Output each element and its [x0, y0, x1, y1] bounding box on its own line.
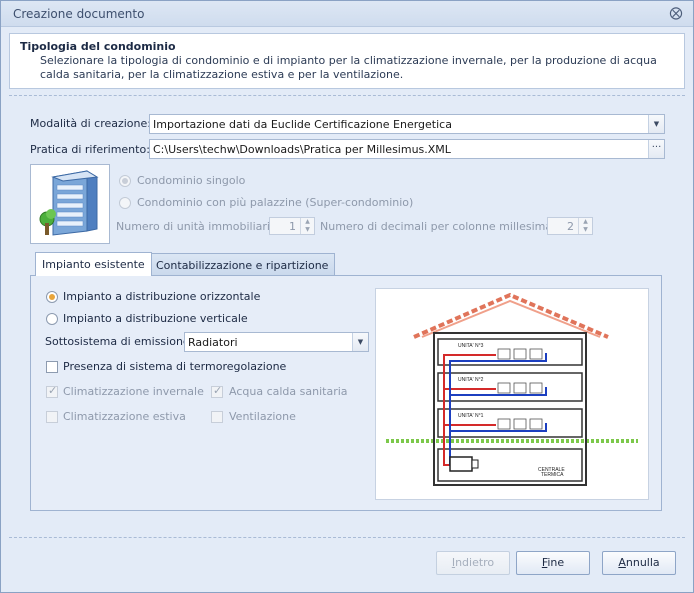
sottosistema-label: Sottosistema di emissione:: [45, 335, 194, 348]
building-icon: [30, 164, 110, 244]
title-bar: Creazione documento ⨂: [1, 1, 693, 27]
termoregolazione-checkbox[interactable]: [46, 361, 58, 373]
pratica-value: C:\Users\techw\Downloads\Pratica per Mil…: [153, 143, 451, 156]
modalita-value: Importazione dati da Euclide Certificazi…: [153, 118, 452, 131]
unita-value: 1: [289, 220, 296, 233]
tab-contabilizzazione[interactable]: Contabilizzazione e ripartizione: [149, 253, 336, 276]
acqua-calda-checkbox[interactable]: [211, 384, 223, 398]
decimali-stepper[interactable]: 2 ▲ ▼: [547, 217, 593, 235]
header-panel: Tipologia del condominio Selezionare la …: [9, 33, 685, 89]
close-icon[interactable]: ⨂: [667, 5, 685, 23]
radio-distribuzione-orizzontale[interactable]: [46, 291, 58, 303]
clim-invernale-label: Climatizzazione invernale: [63, 385, 204, 398]
page-title: Tipologia del condominio: [20, 40, 176, 53]
footer-separator: [9, 537, 685, 538]
condominio-singolo-label: Condominio singolo: [137, 174, 246, 187]
modalita-combo[interactable]: Importazione dati da Euclide Certificazi…: [149, 114, 665, 134]
clim-estiva-label: Climatizzazione estiva: [63, 410, 186, 423]
browse-button[interactable]: ···: [648, 140, 664, 158]
acqua-calda-label: Acqua calda sanitaria: [229, 385, 348, 398]
decimali-value: 2: [567, 220, 574, 233]
termica-label: TERMICA: [541, 472, 564, 478]
verticale-label: Impianto a distribuzione verticale: [63, 312, 248, 325]
page-description: Selezionare la tipologia di condominio e…: [40, 54, 657, 81]
floor3-label: UNITA' N°3: [458, 343, 484, 349]
decimali-label: Numero di decimali per colonne millesima…: [320, 220, 562, 233]
orizzontale-label: Impianto a distribuzione orizzontale: [63, 290, 261, 303]
modalita-label: Modalità di creazione:: [30, 117, 151, 130]
clim-estiva-checkbox[interactable]: [46, 411, 58, 423]
header-separator: [9, 95, 685, 96]
heating-diagram-image: UNITA' N°3 UNITA' N°2 UNITA' N°1 CENTRAL…: [375, 288, 649, 500]
unita-label: Numero di unità immobiliari:: [116, 220, 274, 233]
sottosistema-value: Radiatori: [188, 336, 238, 349]
tab-impianto-esistente[interactable]: Impianto esistente: [35, 252, 152, 276]
back-button[interactable]: Indietro: [436, 551, 510, 575]
radio-condominio-singolo[interactable]: [119, 175, 131, 187]
chevron-down-icon[interactable]: ▼: [648, 115, 664, 133]
pratica-label: Pratica di riferimento:: [30, 143, 150, 156]
dialog-window: Creazione documento ⨂ Tipologia del cond…: [0, 0, 694, 593]
chevron-down-icon[interactable]: ▼: [352, 333, 368, 351]
finish-button[interactable]: Fine: [516, 551, 590, 575]
unita-stepper[interactable]: 1 ▲ ▼: [269, 217, 315, 235]
floor2-label: UNITA' N°2: [458, 377, 484, 383]
ventilazione-label: Ventilazione: [229, 410, 296, 423]
ventilazione-checkbox[interactable]: [211, 411, 223, 423]
clim-invernale-checkbox[interactable]: [46, 384, 58, 398]
termoregolazione-label: Presenza di sistema di termoregolazione: [63, 360, 287, 373]
super-condominio-label: Condominio con più palazzine (Super-cond…: [137, 196, 414, 209]
spin-arrows-icon[interactable]: ▲ ▼: [300, 218, 314, 234]
sottosistema-combo[interactable]: Radiatori ▼: [184, 332, 369, 352]
window-title: Creazione documento: [13, 7, 145, 21]
radio-distribuzione-verticale[interactable]: [46, 313, 58, 325]
floor1-label: UNITA' N°1: [458, 413, 484, 419]
cancel-button[interactable]: Annulla: [602, 551, 676, 575]
pratica-field[interactable]: C:\Users\techw\Downloads\Pratica per Mil…: [149, 139, 665, 159]
radio-super-condominio[interactable]: [119, 197, 131, 209]
spin-arrows-icon[interactable]: ▲ ▼: [578, 218, 592, 234]
